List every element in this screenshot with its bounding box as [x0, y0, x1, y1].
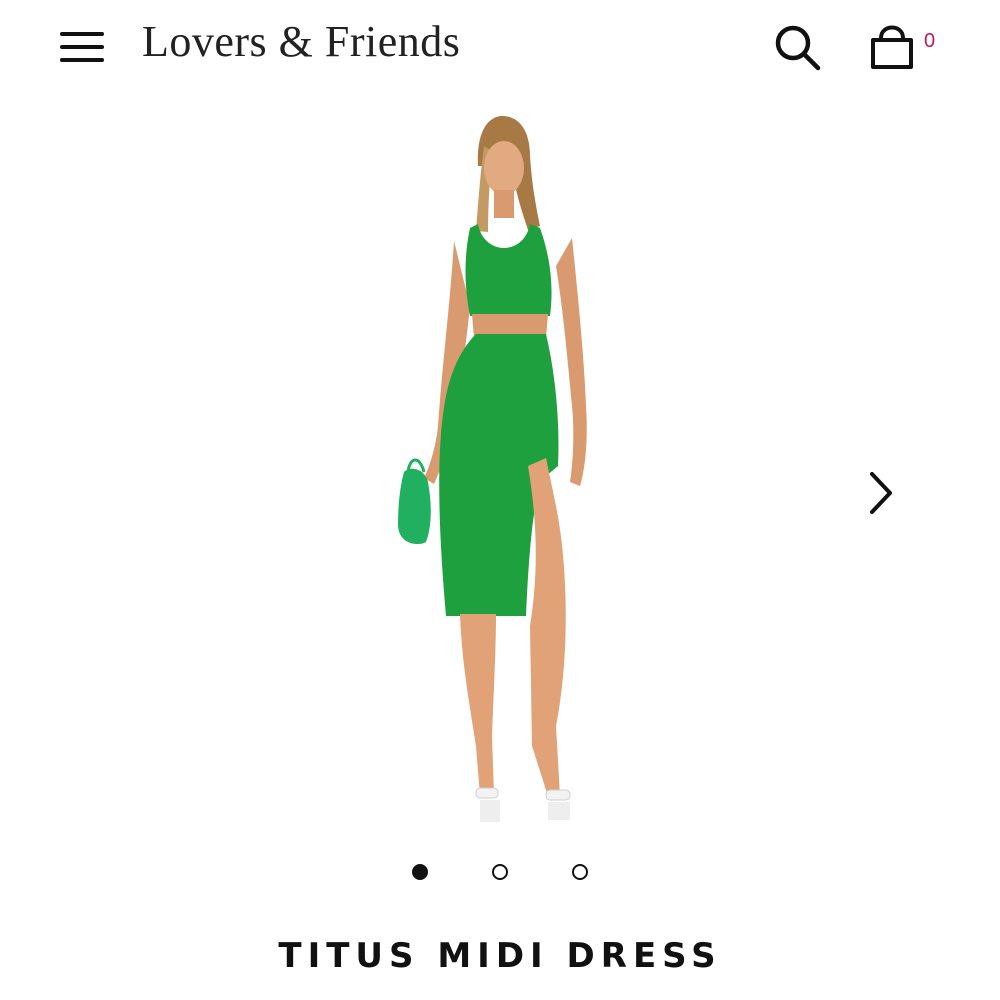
carousel-dot-3[interactable] [572, 864, 588, 880]
site-header: Lovers & Friends 0 [0, 0, 1000, 96]
cart-count-badge: 0 [924, 30, 936, 52]
product-title: TITUS MIDI DRESS [278, 936, 722, 976]
search-icon[interactable] [770, 20, 826, 76]
carousel-dot-2[interactable] [492, 864, 508, 880]
shopping-bag-icon[interactable] [864, 18, 920, 74]
product-gallery [0, 96, 1000, 836]
chevron-right-icon[interactable] [862, 466, 902, 520]
carousel-indicator [0, 864, 1000, 884]
hamburger-menu-icon[interactable] [56, 24, 110, 70]
product-page: Lovers & Friends 0 TITUS MIDI DRESS [0, 0, 1000, 1000]
carousel-dot-1[interactable] [412, 864, 428, 880]
brand-logo[interactable]: Lovers & Friends [142, 16, 460, 67]
product-image [398, 116, 587, 822]
